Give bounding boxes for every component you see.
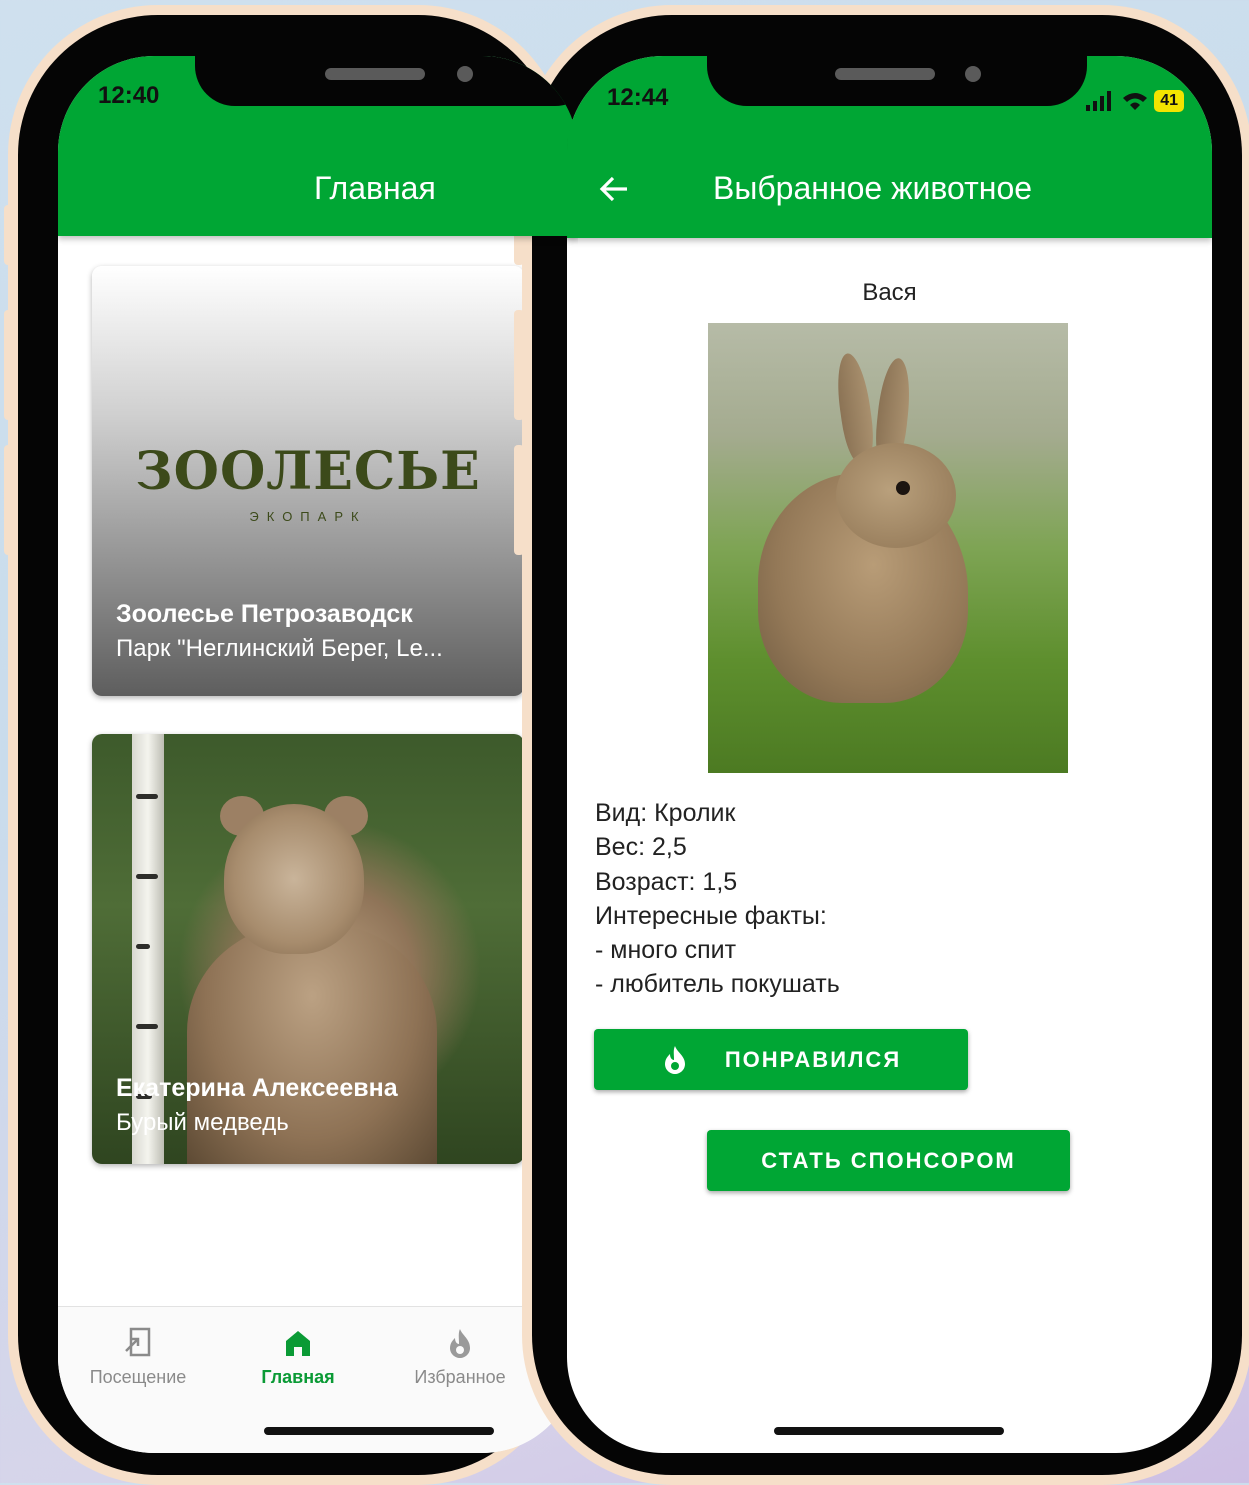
speaker [835, 68, 935, 80]
signal-icon [1086, 91, 1112, 111]
status-time: 12:40 [98, 82, 160, 109]
page-title: Главная [314, 170, 436, 206]
status-icons: 41 [1086, 90, 1184, 112]
speaker [325, 68, 425, 80]
flame-icon [450, 1329, 470, 1358]
home-icon [286, 1331, 310, 1356]
camera [457, 66, 473, 82]
nav-label: Избранное [414, 1367, 506, 1387]
age-text: Возраст: 1,5 [595, 867, 738, 896]
animal-name: Вася [862, 279, 917, 306]
side-button [514, 445, 524, 555]
battery-icon: 41 [1154, 90, 1184, 112]
animal-card[interactable]: Екатерина Алексеевна Бурый медведь [92, 734, 524, 1164]
facts-label: Интересные факты: [595, 901, 827, 930]
side-button [4, 445, 12, 555]
sponsor-button[interactable]: СТАТЬ СПОНСОРОМ [707, 1130, 1070, 1191]
sponsor-button-label: СТАТЬ СПОНСОРОМ [761, 1147, 1016, 1173]
page-title: Выбранное животное [713, 170, 1033, 206]
back-arrow-icon[interactable] [597, 172, 631, 206]
flame-icon [664, 1045, 685, 1074]
zoo-logo-subtitle: ЭКОПАРК [249, 509, 367, 524]
nav-label: Посещение [89, 1367, 187, 1387]
card-title: Зоолесье Петрозаводск [116, 600, 413, 628]
like-button-label: ПОНРАВИЛСЯ [724, 1046, 902, 1072]
phone-home-screen: 12:40 Главная ЗООЛЕСЬЕ ЭКОПАРК Зоолесье … [4, 5, 578, 1485]
animal-info: Вид: Кролик Вес: 2,5 Возраст: 1,5 Интере… [595, 796, 840, 1002]
fact-item: - любитель покушать [595, 970, 840, 999]
card-title: Екатерина Алексеевна [116, 1074, 398, 1102]
home-indicator [264, 1427, 494, 1435]
rabbit-photo [708, 323, 1068, 773]
home-indicator [774, 1427, 1004, 1435]
phone-animal-screen: 12:44 41 Выбранное животное Вася Вид: Кр… [514, 5, 1249, 1485]
notch [195, 56, 578, 106]
nav-tab-visit[interactable]: Посещение [68, 1325, 208, 1388]
status-time: 12:44 [607, 84, 669, 111]
nav-tab-home[interactable]: Главная [228, 1325, 368, 1388]
screen: 12:40 Главная ЗООЛЕСЬЕ ЭКОПАРК Зоолесье … [58, 56, 578, 1453]
like-button[interactable]: ПОНРАВИЛСЯ [594, 1029, 968, 1090]
zoo-card[interactable]: ЗООЛЕСЬЕ ЭКОПАРК Зоолесье Петрозаводск П… [92, 266, 524, 696]
species-text: Вид: Кролик [595, 799, 736, 827]
notch [707, 56, 1087, 106]
camera [965, 66, 981, 82]
side-button [514, 310, 524, 420]
side-button [4, 205, 12, 265]
wifi-icon [1123, 93, 1148, 110]
nav-label: Главная [261, 1367, 335, 1387]
card-subtitle: Бурый медведь [116, 1109, 289, 1136]
entry-icon [125, 1327, 151, 1357]
nav-tab-favorites[interactable]: Избранное [390, 1325, 530, 1388]
side-button [4, 310, 12, 420]
card-subtitle: Парк "Неглинский Берег, Le... [116, 635, 443, 662]
zoo-logo: ЗООЛЕСЬЕ [135, 441, 481, 502]
screen: 12:44 41 Выбранное животное Вася Вид: Кр… [567, 56, 1212, 1453]
fact-item: - много спит [595, 936, 737, 965]
weight-text: Вес: 2,5 [595, 833, 687, 862]
